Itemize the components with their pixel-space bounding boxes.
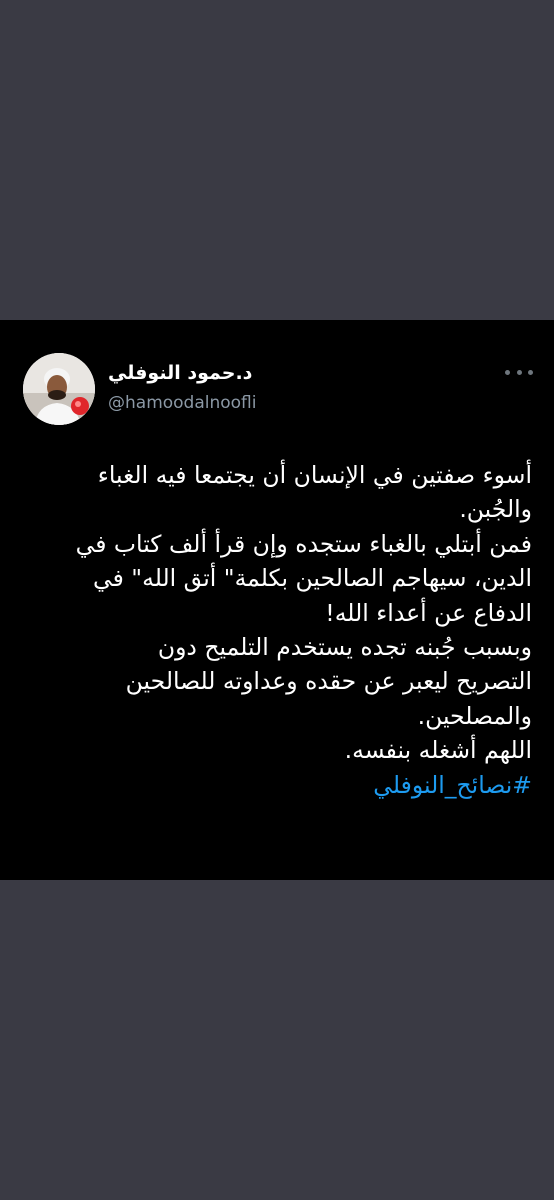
screenshot-canvas: د.حمود النوفلي @hamoodalnoofli أسوء صفتي… (0, 0, 554, 1200)
author-display-name[interactable]: د.حمود النوفلي (108, 362, 252, 384)
avatar[interactable] (23, 353, 95, 425)
more-dots-icon-dot (516, 369, 522, 375)
hashtag-link[interactable]: #نصائح_النوفلي (20, 768, 532, 802)
tweet-line: الدفاع عن أعداء الله! (325, 598, 532, 627)
avatar-image (23, 353, 95, 425)
tweet-line: التصريح ليعبر عن حقده وعداوته للصالحين (125, 667, 532, 696)
tweet-card: د.حمود النوفلي @hamoodalnoofli أسوء صفتي… (0, 320, 554, 880)
tweet-line: أسوء صفتين في الإنسان أن يجتمعا فيه الغب… (97, 461, 532, 489)
author-handle[interactable]: @hamoodalnoofli (108, 393, 257, 413)
tweet-line: وبسبب جُبنه تجده يستخدم التلميح دون (157, 633, 532, 662)
tweet-line: اللهم أشغله بنفسه. (344, 736, 532, 765)
more-options-button[interactable] (505, 365, 533, 379)
tweet-line: والمصلحين. (417, 701, 532, 730)
tweet-line: الدين، سيهاجم الصالحين بكلمة" أتق الله" … (93, 564, 532, 593)
more-dots-icon (505, 369, 510, 375)
tweet-text: أسوء صفتين في الإنسان أن يجتمعا فيه الغب… (20, 458, 532, 802)
more-dots-icon-dot (528, 369, 533, 375)
tweet-line: فمن أبتلي بالغباء ستجده وإن قرأ ألف كتاب… (75, 529, 532, 558)
tweet-line: والجُبن. (459, 495, 532, 524)
